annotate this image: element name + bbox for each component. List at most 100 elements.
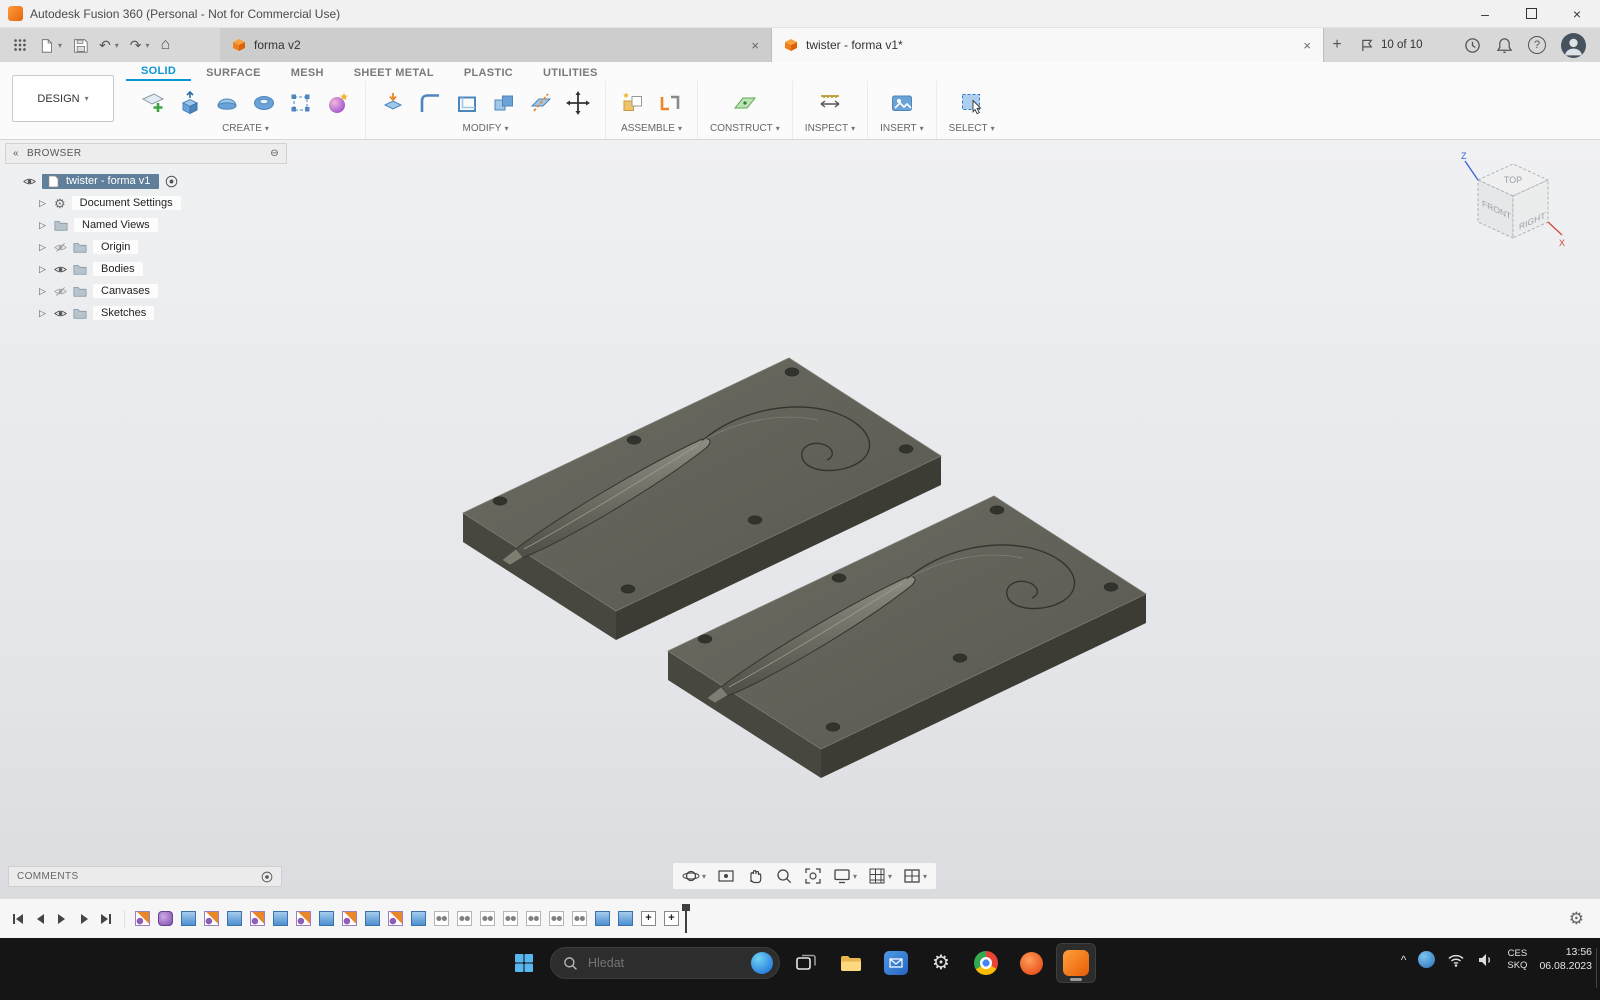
select-tool-button[interactable] <box>957 88 987 118</box>
minimize-button[interactable]: – <box>1462 0 1508 28</box>
joint-button[interactable] <box>655 88 685 118</box>
tab-surface[interactable]: SURFACE <box>191 67 276 81</box>
viewports-button[interactable]: ▾ <box>898 864 932 888</box>
timeline-sketch-icon[interactable] <box>296 911 311 926</box>
volume-icon[interactable] <box>1477 952 1495 968</box>
maximize-button[interactable] <box>1508 0 1554 28</box>
inspect-dropdown[interactable]: INSPECT ▾ <box>805 122 855 139</box>
browser-item-origin[interactable]: ▷ Origin <box>5 237 287 257</box>
expand-arrow-icon[interactable]: ▷ <box>39 286 48 297</box>
shell-button[interactable] <box>452 88 482 118</box>
user-avatar[interactable] <box>1561 33 1586 58</box>
create-sketch-button[interactable] <box>138 88 168 118</box>
hidden-icons-chevron[interactable]: ^ <box>1401 953 1407 967</box>
taskbar-app-settings[interactable]: ⚙ <box>922 944 960 982</box>
expand-arrow-icon[interactable]: ▷ <box>39 242 48 253</box>
modify-dropdown[interactable]: MODIFY ▾ <box>463 122 509 139</box>
taskbar-app-mail[interactable] <box>877 944 915 982</box>
timeline-sketch-icon[interactable] <box>250 911 265 926</box>
tray-app-icon[interactable] <box>1418 951 1436 969</box>
timeline-hole-icon[interactable] <box>526 911 541 926</box>
tab-forma-v2[interactable]: forma v2 × <box>220 28 772 62</box>
timeline-form-icon[interactable] <box>158 911 173 926</box>
tab-utilities[interactable]: UTILITIES <box>528 67 613 81</box>
browser-minimize-icon[interactable]: ⊖ <box>270 148 279 159</box>
fit-view-button[interactable] <box>799 864 827 888</box>
browser-item-label[interactable]: Document Settings <box>71 196 181 210</box>
move-copy-button[interactable] <box>563 88 593 118</box>
timeline-extrude-icon[interactable] <box>595 911 610 926</box>
root-component-label[interactable]: twister - forma v1 <box>42 173 160 189</box>
eye-icon[interactable] <box>54 263 67 276</box>
timeline-move-icon[interactable]: + <box>641 911 656 926</box>
bing-icon[interactable] <box>751 952 773 974</box>
extrude-button[interactable] <box>175 88 205 118</box>
timeline-sketch-icon[interactable] <box>388 911 403 926</box>
file-explorer-button[interactable] <box>832 944 870 982</box>
browser-item-document-settings[interactable]: ▷ ⚙ Document Settings <box>5 193 287 213</box>
timeline-sketch-icon[interactable] <box>135 911 150 926</box>
timeline-extrude-icon[interactable] <box>181 911 196 926</box>
browser-collapse-icon[interactable]: « <box>13 148 19 159</box>
home-view-icon[interactable]: ⌂ <box>161 37 171 53</box>
tab-twister-forma-v1[interactable]: twister - forma v1* × <box>772 28 1324 62</box>
insert-canvas-button[interactable] <box>887 88 917 118</box>
eye-off-icon[interactable] <box>54 285 67 298</box>
eye-off-icon[interactable] <box>54 241 67 254</box>
tab-plastic[interactable]: PLASTIC <box>449 67 528 81</box>
browser-item-label[interactable]: Named Views <box>74 218 158 232</box>
undo-icon[interactable]: ↶ <box>99 38 111 52</box>
press-pull-button[interactable] <box>378 88 408 118</box>
timeline-extrude-icon[interactable] <box>618 911 633 926</box>
timeline-extrude-icon[interactable] <box>227 911 242 926</box>
file-menu-icon[interactable] <box>39 38 54 53</box>
timeline-play-button[interactable] <box>54 910 70 928</box>
taskbar-app-fusion360[interactable] <box>1056 943 1096 983</box>
timeline-skip-end-button[interactable] <box>98 910 114 928</box>
eye-icon[interactable] <box>54 307 67 320</box>
timeline-extrude-icon[interactable] <box>273 911 288 926</box>
select-dropdown[interactable]: SELECT ▾ <box>949 122 995 139</box>
timeline-extrude-icon[interactable] <box>411 911 426 926</box>
task-view-button[interactable] <box>787 944 825 982</box>
file-menu-caret-icon[interactable]: ▾ <box>58 41 62 50</box>
save-icon[interactable] <box>73 38 88 53</box>
tab-solid[interactable]: SOLID <box>126 65 192 81</box>
wifi-icon[interactable] <box>1447 952 1465 968</box>
timeline-step-back-button[interactable] <box>32 910 48 928</box>
split-body-button[interactable] <box>526 88 556 118</box>
viewcube-top-face[interactable]: TOP <box>1504 175 1522 185</box>
help-icon[interactable]: ? <box>1528 36 1546 54</box>
browser-item-named-views[interactable]: ▷ Named Views <box>5 215 287 235</box>
timeline-extrude-icon[interactable] <box>319 911 334 926</box>
workspace-selector[interactable]: DESIGN ▾ <box>12 75 114 122</box>
timeline-move-icon[interactable]: + <box>664 911 679 926</box>
comments-panel[interactable]: COMMENTS <box>8 866 282 887</box>
expand-arrow-icon[interactable]: ▷ <box>39 198 48 209</box>
zoom-button[interactable] <box>770 864 798 888</box>
timeline-hole-icon[interactable] <box>434 911 449 926</box>
taskbar-search[interactable] <box>550 947 780 979</box>
timeline-hole-icon[interactable] <box>457 911 472 926</box>
notifications-bell-icon[interactable] <box>1496 37 1513 54</box>
tab-close-icon[interactable]: × <box>751 38 759 53</box>
timeline-step-forward-button[interactable] <box>76 910 92 928</box>
orbit-button[interactable]: ▾ <box>677 864 711 888</box>
view-cube[interactable]: TOP FRONT RIGHT Z X <box>1458 150 1570 262</box>
timeline-hole-icon[interactable] <box>549 911 564 926</box>
browser-item-label[interactable]: Canvases <box>93 284 158 298</box>
tab-close-icon[interactable]: × <box>1303 38 1311 53</box>
expand-arrow-icon[interactable]: ▷ <box>39 264 48 275</box>
construction-plane-button[interactable] <box>730 88 760 118</box>
browser-item-label[interactable]: Origin <box>93 240 139 254</box>
show-desktop-button[interactable] <box>1596 948 1600 988</box>
recent-data-clock-icon[interactable] <box>1464 37 1481 54</box>
look-at-button[interactable] <box>712 864 740 888</box>
timeline-hole-icon[interactable] <box>503 911 518 926</box>
new-tab-button[interactable]: + <box>1324 36 1350 54</box>
tab-sheet-metal[interactable]: SHEET METAL <box>339 67 449 81</box>
new-component-button[interactable] <box>618 88 648 118</box>
browser-item-label[interactable]: Sketches <box>93 306 155 320</box>
undo-caret-icon[interactable]: ▾ <box>115 41 119 50</box>
browser-item-bodies[interactable]: ▷ Bodies <box>5 259 287 279</box>
